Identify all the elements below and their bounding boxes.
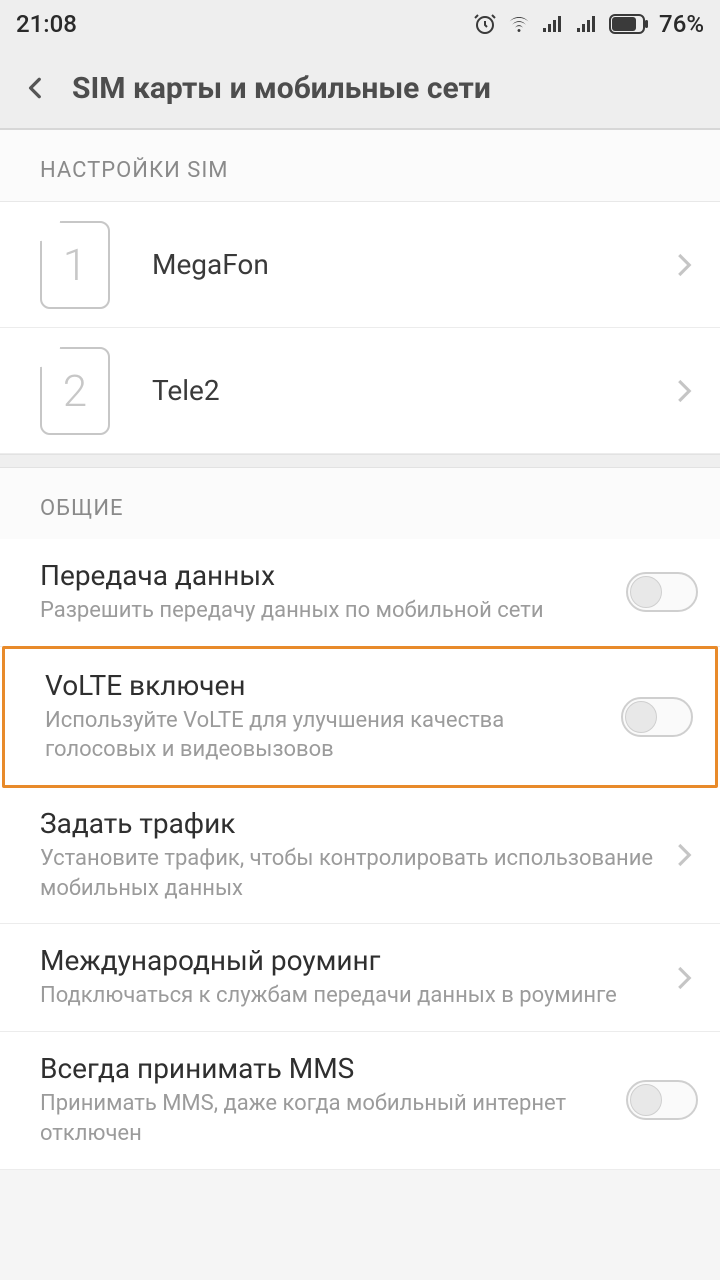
alarm-icon (473, 12, 497, 36)
status-time: 21:08 (16, 10, 77, 38)
sim-name: Tele2 (152, 374, 668, 407)
chevron-right-icon (668, 963, 698, 993)
toggle-mobile-data[interactable] (626, 572, 698, 612)
status-bar: 21:08 76% (0, 0, 720, 48)
signal-2-icon (575, 12, 599, 36)
row-mobile-data[interactable]: Передача данных Разрешить передачу данны… (0, 539, 720, 647)
row-subtitle: Установите трафик, чтобы контролировать … (40, 844, 656, 903)
general-list: Передача данных Разрешить передачу данны… (0, 539, 720, 1170)
section-gap (0, 454, 720, 468)
section-header-general: ОБЩИЕ (0, 468, 720, 539)
row-title: Задать трафик (40, 807, 656, 840)
row-roaming[interactable]: Международный роуминг Подключаться к слу… (0, 924, 720, 1032)
battery-percent: 76% (659, 10, 704, 38)
chevron-right-icon (668, 376, 698, 406)
sim-card-icon: 2 (40, 347, 110, 435)
toggle-volte[interactable] (621, 697, 693, 737)
sim-row-1[interactable]: 1 MegaFon (0, 202, 720, 328)
row-subtitle: Используйте VoLTE для улучшения качества… (45, 706, 609, 765)
row-title: Всегда принимать MMS (40, 1052, 614, 1085)
row-subtitle: Подключаться к службам передачи данных в… (40, 981, 656, 1011)
row-traffic[interactable]: Задать трафик Установите трафик, чтобы к… (0, 787, 720, 924)
signal-1-icon (541, 12, 565, 36)
row-subtitle: Разрешить передачу данных по мобильной с… (40, 596, 614, 626)
sim-row-2[interactable]: 2 Tele2 (0, 328, 720, 454)
row-volte[interactable]: VoLTE включен Используйте VoLTE для улуч… (2, 646, 718, 788)
sim-list: 1 MegaFon 2 Tele2 (0, 202, 720, 454)
chevron-right-icon (668, 840, 698, 870)
row-title: Международный роуминг (40, 944, 656, 977)
sim-card-icon: 1 (40, 221, 110, 309)
page-header: SIM карты и мобильные сети (0, 48, 720, 130)
page-title: SIM карты и мобильные сети (72, 71, 491, 106)
row-title: VoLTE включен (45, 669, 609, 702)
back-button[interactable] (16, 68, 56, 108)
row-subtitle: Принимать MMS, даже когда мобильный инте… (40, 1089, 614, 1148)
toggle-mms[interactable] (626, 1080, 698, 1120)
battery-icon (609, 14, 649, 34)
section-header-sim: НАСТРОЙКИ SIM (0, 130, 720, 202)
sim-name: MegaFon (152, 248, 668, 281)
row-mms[interactable]: Всегда принимать MMS Принимать MMS, даже… (0, 1032, 720, 1169)
wifi-icon (507, 12, 531, 36)
chevron-right-icon (668, 250, 698, 280)
row-title: Передача данных (40, 559, 614, 592)
